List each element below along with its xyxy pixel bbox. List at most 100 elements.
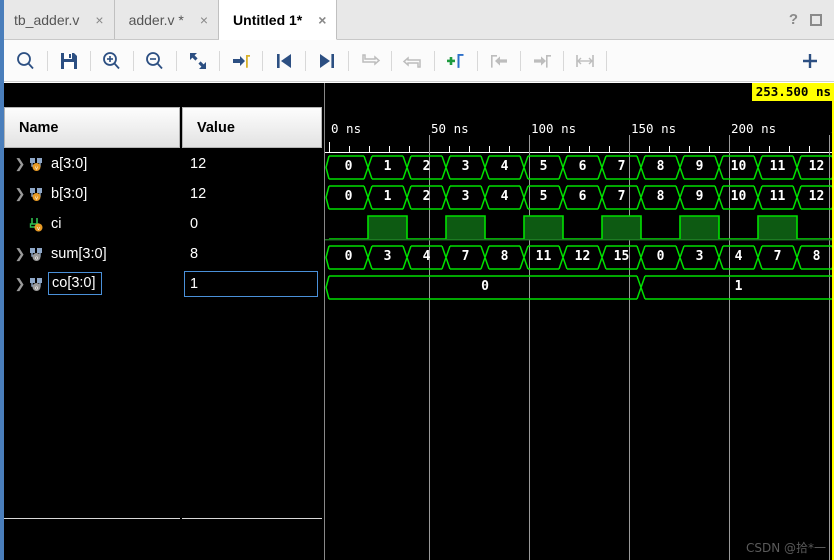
toolbar-separator	[262, 50, 263, 71]
ruler-tick-label: 50 ns	[431, 121, 469, 136]
signal-value-b[interactable]: 12	[182, 179, 322, 209]
toolbar-overflow-group	[790, 41, 834, 81]
signal-value-panel: Value 12 12 0 8 1	[182, 83, 322, 560]
toolbar-separator	[47, 50, 48, 71]
expand-chevron-icon[interactable]: ❯	[12, 186, 28, 202]
waveform-toolbar	[0, 40, 834, 82]
undo-zoom-icon	[350, 41, 390, 81]
bus-output-icon: o	[28, 246, 46, 262]
ruler-tick-minor	[369, 146, 370, 152]
ruler-tick-minor	[569, 146, 570, 152]
signal-row-sum[interactable]: ❯ o sum[3:0]	[4, 239, 180, 269]
signal-name-label: sum[3:0]	[51, 245, 107, 262]
tab-label: Untitled 1*	[233, 11, 303, 28]
ruler-tick-major	[329, 142, 330, 152]
bus-input-icon: v	[28, 156, 46, 172]
toolbar-separator	[133, 50, 134, 71]
toolbar-separator	[305, 50, 306, 71]
value-text-selected[interactable]: 1	[184, 271, 318, 297]
panel-divider	[4, 518, 180, 519]
maximize-square-icon[interactable]	[810, 13, 822, 26]
wire-input-icon: v	[28, 216, 46, 232]
go-to-time-icon[interactable]	[221, 41, 261, 81]
expand-chevron-icon[interactable]: ❯	[12, 276, 28, 292]
ruler-tick-minor	[589, 146, 590, 152]
bus-input-icon: v	[28, 186, 46, 202]
tab-adder[interactable]: adder.v * ×	[114, 0, 220, 39]
toolbar-separator	[563, 50, 564, 71]
column-header-name[interactable]: Name	[4, 107, 180, 148]
waveform-trace-b30[interactable]: 0 1 2 3 4 5 6 7 8 9 10 11 12	[325, 183, 834, 213]
ruler-tick-minor	[769, 146, 770, 152]
ruler-tick-minor	[709, 146, 710, 152]
tab-tb-adder[interactable]: tb_adder.v ×	[0, 0, 115, 39]
ruler-tick-minor	[349, 146, 350, 152]
ruler-tick-minor	[489, 146, 490, 152]
ruler-tick-label: 0 ns	[331, 121, 362, 136]
redo-zoom-icon	[393, 41, 433, 81]
waveform-main-area: Name ❯ v a[3:0] ❯ v b[3:0] v ci ❯ o sum[…	[4, 83, 834, 560]
bus-output-icon: o	[28, 276, 46, 292]
tab-label: tb_adder.v	[14, 11, 80, 28]
toolbar-separator	[348, 50, 349, 71]
next-transition-icon[interactable]	[307, 41, 347, 81]
toolbar-separator	[520, 50, 521, 71]
close-icon[interactable]: ×	[318, 13, 326, 27]
signal-name-panel: Name ❯ v a[3:0] ❯ v b[3:0] v ci ❯ o sum[…	[4, 83, 180, 560]
previous-marker-icon	[479, 41, 519, 81]
waveform-trace-sum30[interactable]: 0 3 4 7 8 11 12 15 0 3 4 7 8	[325, 243, 834, 273]
signal-value-sum[interactable]: 8	[182, 239, 322, 269]
signal-row-b[interactable]: ❯ v b[3:0]	[4, 179, 180, 209]
next-marker-icon	[522, 41, 562, 81]
float-window-icon[interactable]	[790, 41, 830, 81]
waveform-canvas[interactable]: 253.500 ns 0 ns50 ns100 ns150 ns200 ns2 …	[324, 83, 834, 560]
column-header-value[interactable]: Value	[182, 107, 322, 148]
ruler-tick-minor	[549, 146, 550, 152]
tab-untitled-1[interactable]: Untitled 1* ×	[219, 0, 338, 40]
previous-transition-icon[interactable]	[264, 41, 304, 81]
value-text: 12	[190, 186, 207, 202]
toolbar-separator	[434, 50, 435, 71]
signal-value-a[interactable]: 12	[182, 149, 322, 179]
toolbar-separator	[219, 50, 220, 71]
expand-chevron-icon[interactable]: ❯	[12, 156, 28, 172]
ruler-tick-minor	[389, 146, 390, 152]
close-icon[interactable]: ×	[200, 13, 208, 27]
signal-name-label: a[3:0]	[51, 155, 88, 172]
ruler-tick-label: 150 ns	[631, 121, 677, 136]
signal-value-ci[interactable]: 0	[182, 209, 322, 239]
panel-divider	[182, 518, 322, 519]
expand-chevron-icon[interactable]: ❯	[12, 246, 28, 262]
save-icon[interactable]	[49, 41, 89, 81]
ruler-tick-minor	[789, 146, 790, 152]
signal-name-label: ci	[51, 215, 62, 232]
ruler-tick-minor	[649, 146, 650, 152]
signal-row-co[interactable]: ❯ o co[3:0]	[4, 269, 180, 299]
toolbar-separator	[477, 50, 478, 71]
signal-row-a[interactable]: ❯ v a[3:0]	[4, 149, 180, 179]
question-mark-icon[interactable]: ?	[789, 11, 798, 28]
value-text: 8	[190, 246, 199, 262]
waveform-trace-a30[interactable]: 0 1 2 3 4 5 6 7 8 9 10 11 12	[325, 153, 834, 183]
value-text: 12	[190, 156, 207, 172]
ruler-tick-minor	[409, 146, 410, 152]
zoom-fit-icon[interactable]	[178, 41, 218, 81]
toolbar-separator	[606, 50, 607, 71]
editor-tab-bar: tb_adder.v × adder.v * × Untitled 1* × ?	[0, 0, 834, 40]
ruler-tick-minor	[749, 146, 750, 152]
add-marker-icon[interactable]	[436, 41, 476, 81]
waveform-trace-co30[interactable]: 01	[325, 273, 834, 303]
toolbar-separator	[391, 50, 392, 71]
waveform-trace-ci[interactable]	[325, 213, 834, 243]
waveform-trace-list: 0 1 2 3 4 5 6 7 8 9 10 11 12 0 1 2 3 4 5 6 7 8 9 10 11 12 0 3 4 7 8 11 1…	[325, 153, 834, 303]
zoom-out-icon[interactable]	[135, 41, 175, 81]
zoom-in-icon[interactable]	[92, 41, 132, 81]
signal-value-co[interactable]: 1	[182, 269, 322, 299]
close-icon[interactable]: ×	[95, 13, 103, 27]
signal-row-ci[interactable]: ❯ v ci	[4, 209, 180, 239]
tab-bar-window-controls: ?	[789, 0, 834, 39]
search-icon[interactable]	[6, 41, 46, 81]
ruler-tick-minor	[449, 146, 450, 152]
signal-name-label-selected[interactable]: co[3:0]	[48, 271, 102, 296]
signal-value-list: 12 12 0 8 1	[182, 149, 322, 299]
